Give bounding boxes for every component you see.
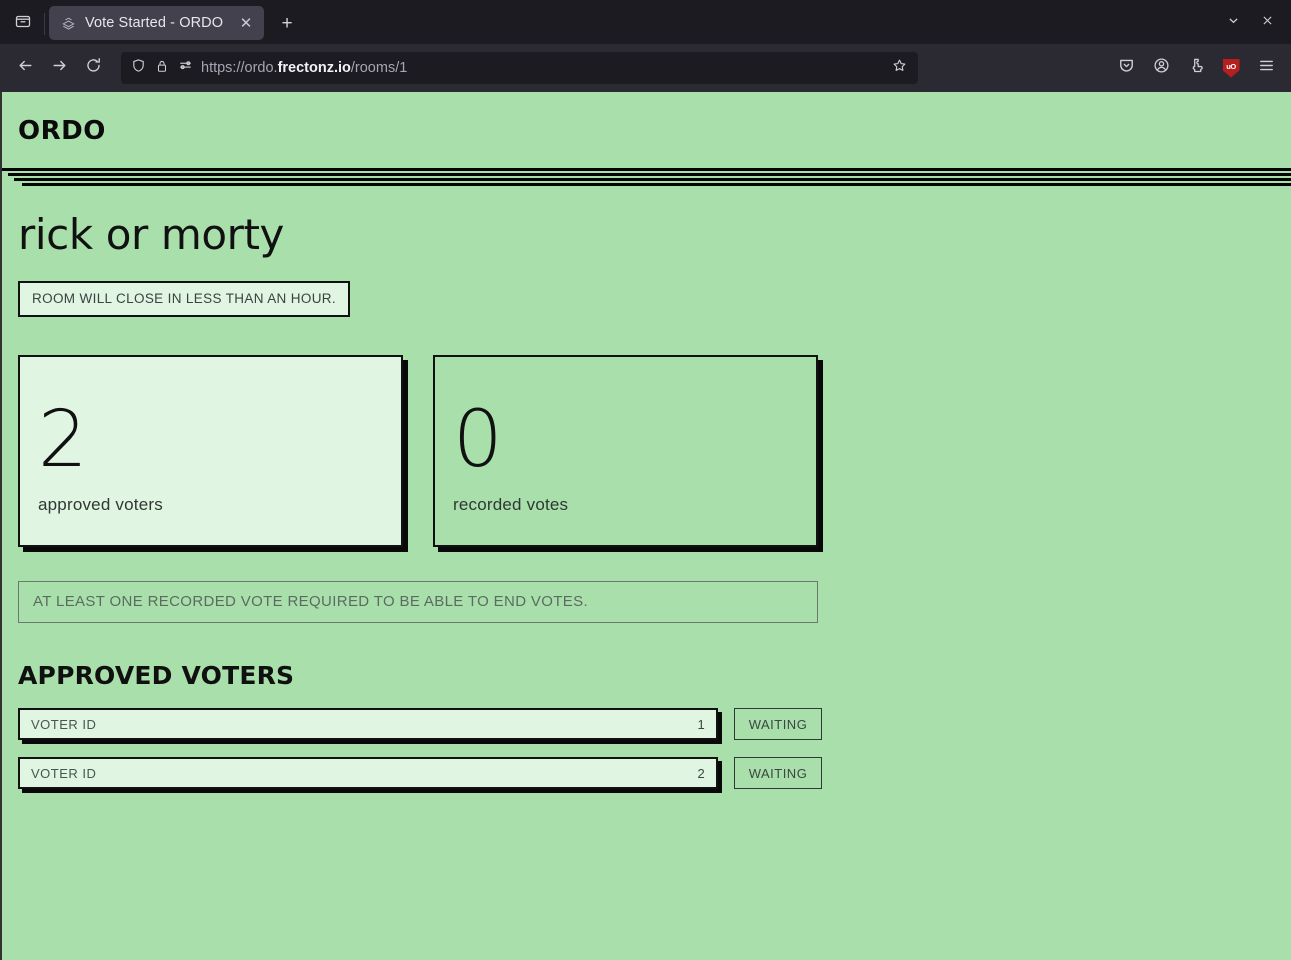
window-close-icon (1261, 14, 1274, 32)
divider-line (2, 168, 1291, 171)
pocket-save-icon (1118, 57, 1135, 79)
app-menu-button[interactable] (1250, 52, 1282, 84)
list-all-tabs-button[interactable] (1217, 8, 1249, 38)
ublock-origin-button[interactable]: uO (1215, 52, 1247, 84)
url-path: /rooms/1 (350, 60, 408, 76)
chevron-down-icon (1227, 14, 1240, 32)
extensions-puzzle-icon (1188, 57, 1205, 79)
voter-id-field[interactable]: VOTER ID 1 (18, 708, 718, 740)
url-prefix: https://ordo. (201, 60, 278, 76)
end-votes-requirement-message: AT LEAST ONE RECORDED VOTE REQUIRED TO B… (18, 581, 818, 623)
voter-id-label: VOTER ID (31, 765, 97, 781)
reload-button[interactable] (77, 52, 109, 84)
stat-card-approved-voters: 2 approved voters (18, 355, 403, 547)
voter-id-field[interactable]: VOTER ID 2 (18, 757, 718, 789)
site-header: ORDO (2, 92, 1291, 146)
divider-line (8, 173, 1291, 176)
stat-card-recorded-votes: 0 recorded votes (433, 355, 818, 547)
status-badge: WAITING (734, 708, 822, 740)
stack-favicon (60, 15, 76, 31)
page-content: ORDO rick or morty ROOM WILL CLOSE IN LE… (0, 92, 1291, 960)
divider-line (22, 183, 1291, 186)
address-bar[interactable]: https://ordo.frectonz.io/rooms/1 (121, 52, 918, 84)
url-text: https://ordo.frectonz.io/rooms/1 (201, 60, 880, 76)
address-bar-icons (131, 58, 193, 78)
bookmark-button[interactable] (888, 57, 910, 79)
stat-value: 2 (38, 395, 88, 485)
voter-id-value: 1 (697, 716, 705, 732)
lock-icon[interactable] (155, 59, 169, 78)
reload-icon (85, 57, 102, 79)
list-item: VOTER ID 1 WAITING (18, 708, 1275, 740)
back-arrow-icon (17, 57, 34, 79)
tab-strip-divider (44, 13, 45, 35)
browser-window: Vote Started - ORDO ✕ + https://ordo.fre… (0, 0, 1291, 960)
voter-id-value: 2 (697, 765, 705, 781)
tab-title: Vote Started - ORDO (85, 15, 224, 31)
stat-value: 0 (453, 395, 503, 485)
divider-line (14, 178, 1291, 181)
main-content: rick or morty ROOM WILL CLOSE IN LESS TH… (2, 190, 1291, 789)
ublock-origin-shield-icon: uO (1222, 58, 1240, 78)
site-logo[interactable]: ORDO (18, 116, 1271, 146)
navigation-toolbar: https://ordo.frectonz.io/rooms/1 uO (0, 44, 1291, 92)
header-divider (2, 168, 1291, 190)
voter-id-label: VOTER ID (31, 716, 97, 732)
pocket-save-button[interactable] (1110, 52, 1142, 84)
ublock-origin-label: uO (1226, 62, 1236, 71)
back-button[interactable] (9, 52, 41, 84)
tab-strip: Vote Started - ORDO ✕ + (0, 0, 1291, 44)
stats-row: 2 approved voters 0 recorded votes (18, 355, 1275, 547)
plus-icon: + (281, 12, 293, 34)
close-icon[interactable]: ✕ (235, 12, 257, 34)
url-host: frectonz.io (277, 60, 351, 76)
tab-strip-controls (1217, 8, 1283, 38)
firefox-view-button[interactable] (4, 6, 42, 40)
new-tab-button[interactable]: + (272, 8, 302, 38)
stat-label: approved voters (38, 495, 163, 514)
account-button[interactable] (1145, 52, 1177, 84)
firefox-view-icon (15, 13, 31, 34)
shield-icon[interactable] (131, 58, 146, 78)
hamburger-menu-icon (1258, 57, 1275, 79)
window-close-button[interactable] (1251, 8, 1283, 38)
page-title: rick or morty (18, 210, 285, 259)
permissions-sliders-icon[interactable] (178, 58, 193, 78)
stat-label: recorded votes (453, 495, 569, 514)
room-expiry-notice: ROOM WILL CLOSE IN LESS THAN AN HOUR. (18, 281, 351, 317)
toolbar-buttons: uO (1110, 52, 1282, 84)
approved-voters-list: VOTER ID 1 WAITING VOTER ID 2 WAITING (18, 708, 1275, 789)
star-icon (892, 58, 907, 78)
list-item: VOTER ID 2 WAITING (18, 757, 1275, 789)
approved-voters-heading: APPROVED VOTERS (18, 661, 295, 690)
browser-tab[interactable]: Vote Started - ORDO ✕ (49, 6, 264, 40)
account-circle-icon (1153, 57, 1170, 79)
extensions-button[interactable] (1180, 52, 1212, 84)
forward-arrow-icon (51, 57, 68, 79)
status-badge: WAITING (734, 757, 822, 789)
forward-button[interactable] (43, 52, 75, 84)
